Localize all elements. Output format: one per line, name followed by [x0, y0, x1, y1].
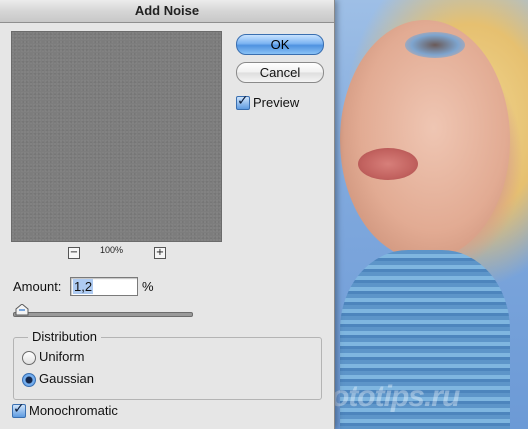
cancel-button[interactable]: Cancel: [236, 62, 324, 83]
checkmark-icon: ✓: [237, 93, 249, 109]
ok-button[interactable]: OK: [236, 34, 324, 55]
zoom-out-button[interactable]: −: [68, 247, 80, 259]
amount-slider-track[interactable]: [13, 312, 193, 317]
preview-checkbox[interactable]: ✓: [236, 93, 250, 110]
amount-input[interactable]: 1,2: [70, 277, 138, 296]
photo-lips: [358, 148, 418, 180]
monochromatic-label: Monochromatic: [29, 403, 118, 418]
add-noise-dialog: Add Noise − 100% + OK Cancel ✓ Preview A…: [0, 0, 335, 429]
amount-unit: %: [142, 279, 154, 294]
distribution-group: [13, 337, 322, 400]
dialog-title: Add Noise: [0, 0, 334, 23]
amount-label: Amount:: [13, 279, 62, 294]
distribution-title: Distribution: [28, 329, 102, 344]
preview-label: Preview: [253, 95, 300, 110]
photo-eye: [405, 32, 465, 58]
zoom-level: 100%: [100, 245, 124, 255]
uniform-radio[interactable]: [22, 351, 36, 365]
gaussian-radio[interactable]: [22, 373, 36, 387]
monochromatic-checkbox[interactable]: ✓: [12, 401, 26, 418]
gaussian-label: Gaussian: [39, 371, 94, 386]
noise-preview[interactable]: [11, 31, 222, 242]
uniform-label: Uniform: [39, 349, 85, 364]
checkmark-icon: ✓: [13, 401, 25, 417]
watermark: fototips.ru: [322, 380, 460, 413]
amount-slider-thumb[interactable]: [15, 304, 29, 316]
zoom-in-button[interactable]: +: [154, 247, 166, 259]
amount-value: 1,2: [73, 279, 94, 294]
